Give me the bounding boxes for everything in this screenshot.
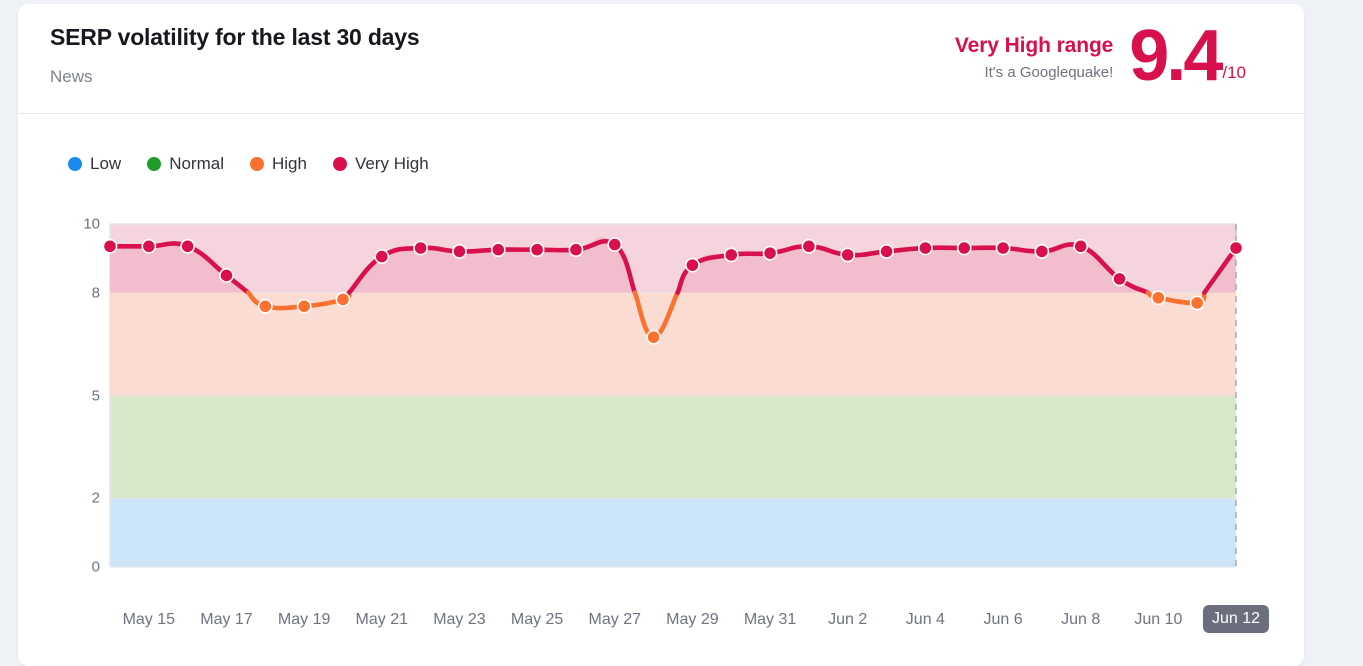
x-axis-tick-label[interactable]: Jun 6 <box>983 611 1022 629</box>
y-axis-tick-label: 0 <box>91 558 100 576</box>
x-axis-tick-label[interactable]: May 19 <box>278 611 330 629</box>
legend-item-label: Very High <box>354 154 429 173</box>
data-point[interactable] <box>956 240 972 256</box>
card-header: SERP volatility for the last 30 days New… <box>18 4 1304 114</box>
x-axis: May 15 May 17 May 19 May 21 May 23 May 25 May … <box>18 605 1304 647</box>
x-axis-tick-label[interactable]: May 23 <box>433 611 485 629</box>
data-point[interactable] <box>917 240 933 256</box>
data-point[interactable] <box>1034 244 1050 259</box>
legend-item-label: Normal <box>169 154 224 173</box>
data-point[interactable] <box>529 242 545 258</box>
legend-dot-icon <box>147 157 162 171</box>
x-axis-tick-label[interactable]: May 31 <box>744 611 796 629</box>
data-point[interactable] <box>257 298 273 314</box>
data-point[interactable] <box>995 240 1011 256</box>
y-axis: 0 2 5 8 10 <box>60 4 100 666</box>
x-axis-tick-label[interactable]: Jun 8 <box>1061 611 1100 629</box>
x-axis-tick-label[interactable]: Jun 2 <box>828 611 867 629</box>
score-denominator: /10 <box>1222 63 1246 82</box>
chart-legend: Low Normal High Very High <box>68 154 429 174</box>
data-point[interactable] <box>685 257 700 273</box>
data-point[interactable] <box>296 298 312 314</box>
data-point[interactable] <box>180 238 196 254</box>
data-point[interactable] <box>646 329 661 345</box>
data-point[interactable] <box>1228 240 1244 256</box>
score-text: Very High range It's a Googlequake! <box>955 25 1129 82</box>
score-block: Very High range It's a Googlequake! 9.4 … <box>955 16 1246 96</box>
data-point[interactable] <box>1189 295 1205 311</box>
data-point[interactable] <box>219 268 234 283</box>
score-value-wrap: 9.4 /10 <box>1129 16 1246 96</box>
x-axis-tick-label[interactable]: Jun 10 <box>1134 611 1182 629</box>
volatility-line-segment <box>1145 290 1207 306</box>
band-very-high <box>110 224 1236 293</box>
volatility-line-segment <box>107 241 251 295</box>
data-point[interactable] <box>762 245 778 261</box>
y-axis-tick-label: 5 <box>91 387 100 404</box>
legend-dot-icon <box>332 157 347 171</box>
serp-volatility-card: SERP volatility for the last 30 days New… <box>18 4 1304 666</box>
legend-dot-icon <box>249 157 264 171</box>
data-point[interactable] <box>374 249 390 264</box>
x-axis-tick-label[interactable]: May 15 <box>123 611 175 629</box>
y-axis-tick-label: 10 <box>83 215 100 233</box>
legend-item-label: High <box>271 154 307 173</box>
chart-area-fill <box>110 236 1236 396</box>
x-axis-tick-label[interactable]: May 25 <box>511 611 563 629</box>
data-point[interactable] <box>490 242 506 258</box>
volatility-line-segment <box>346 238 638 295</box>
score-quip-label: It's a Googlequake! <box>984 64 1114 81</box>
y-axis-tick-label: 2 <box>91 489 100 507</box>
data-point[interactable] <box>452 244 467 259</box>
data-point[interactable] <box>801 238 817 254</box>
data-point[interactable] <box>1112 271 1127 287</box>
data-point[interactable] <box>102 238 118 254</box>
data-point[interactable] <box>568 242 584 258</box>
x-axis-tick-label[interactable]: May 27 <box>589 611 641 629</box>
legend-item-high[interactable]: High <box>249 154 307 174</box>
data-point[interactable] <box>335 292 351 307</box>
volatility-line-segment <box>245 290 352 311</box>
x-axis-tick-label[interactable]: May 21 <box>356 611 408 629</box>
band-normal <box>110 395 1236 499</box>
volatility-line-segment <box>632 290 680 340</box>
data-point[interactable] <box>879 244 894 259</box>
volatility-line-segment <box>675 242 1151 295</box>
page-title: SERP volatility for the last 30 days <box>50 24 420 50</box>
data-point[interactable] <box>723 247 739 263</box>
data-point[interactable] <box>840 247 856 263</box>
x-axis-tick-label-current[interactable]: Jun 12 <box>1202 605 1270 633</box>
x-axis-tick-label[interactable]: May 17 <box>200 611 252 629</box>
legend-item-very-high[interactable]: Very High <box>332 154 429 174</box>
data-point[interactable] <box>1150 290 1166 306</box>
legend-item-normal[interactable]: Normal <box>147 154 224 174</box>
data-point[interactable] <box>413 240 429 256</box>
band-high <box>110 292 1236 396</box>
band-low <box>110 498 1236 567</box>
x-axis-tick-label[interactable]: Jun 4 <box>906 611 945 629</box>
x-axis-tick-label[interactable]: May 29 <box>666 611 718 629</box>
y-axis-tick-label: 8 <box>91 284 100 302</box>
data-point[interactable] <box>1073 238 1089 254</box>
score-range-label: Very High range <box>954 34 1114 57</box>
score-value: 9.4 <box>1129 16 1223 96</box>
volatility-line-segment <box>1202 245 1239 295</box>
data-point[interactable] <box>141 238 157 254</box>
data-point[interactable] <box>607 237 623 252</box>
